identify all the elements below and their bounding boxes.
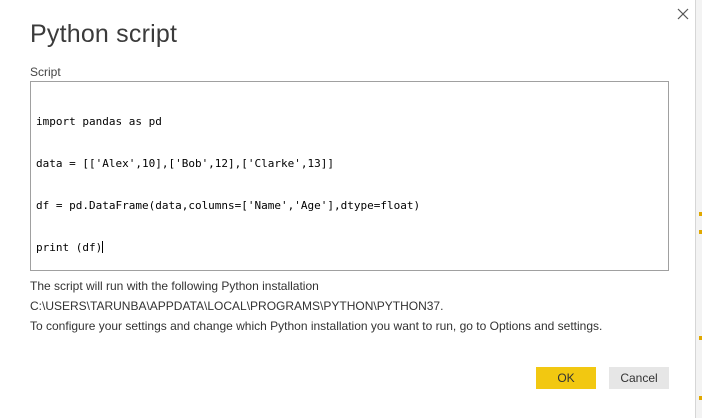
script-line: data = [['Alex',10],['Bob',12],['Clarke'… bbox=[36, 157, 335, 170]
script-label: Script bbox=[30, 65, 61, 79]
python-installation-path: C:\USERS\TARUNBA\APPDATA\LOCAL\PROGRAMS\… bbox=[30, 299, 444, 313]
settings-hint: To configure your settings and change wh… bbox=[30, 319, 603, 333]
dialog-title: Python script bbox=[30, 20, 178, 48]
script-editor[interactable]: import pandas as pd data = [['Alex',10],… bbox=[30, 81, 669, 271]
cancel-button[interactable]: Cancel bbox=[609, 367, 669, 389]
script-line-text: print (df) bbox=[36, 241, 103, 254]
installation-info: The script will run with the following P… bbox=[30, 279, 319, 293]
close-button[interactable] bbox=[674, 5, 692, 23]
script-line-last: print (df) bbox=[36, 241, 663, 255]
script-line: df = pd.DataFrame(data,columns=['Name','… bbox=[36, 199, 421, 212]
script-line: import pandas as pd bbox=[36, 115, 162, 128]
ok-button[interactable]: OK bbox=[536, 367, 596, 389]
text-caret bbox=[102, 241, 104, 253]
close-icon bbox=[677, 8, 689, 20]
python-script-dialog: Python script Script import pandas as pd… bbox=[0, 0, 702, 418]
background-window-edge bbox=[695, 0, 702, 418]
